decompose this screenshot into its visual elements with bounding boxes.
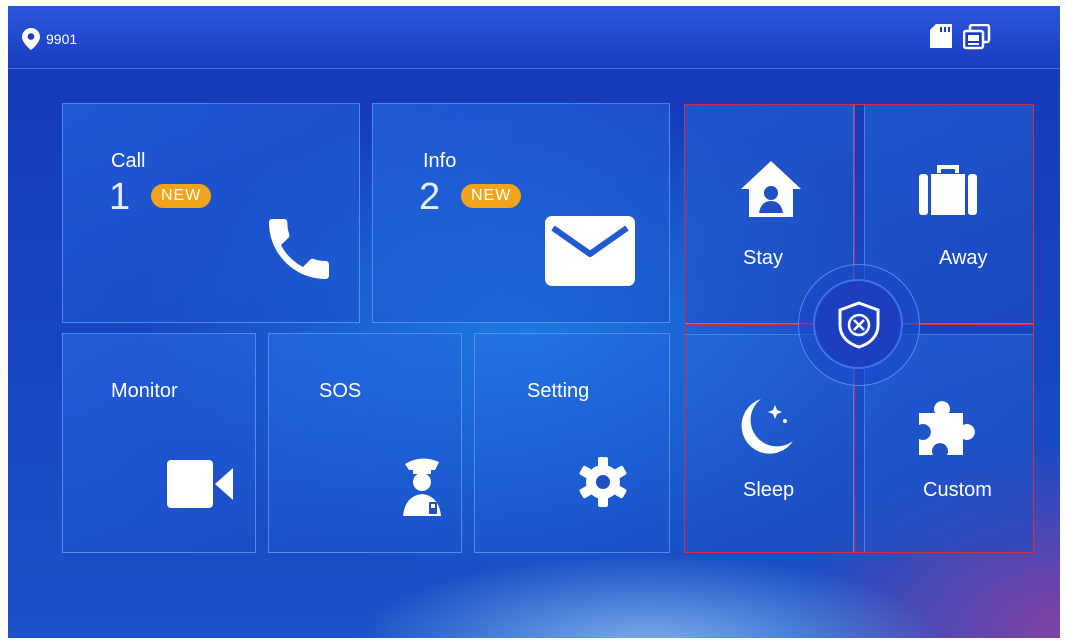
monitor-label: Monitor (111, 380, 178, 402)
home-person-icon (741, 161, 801, 217)
suitcase-icon (919, 165, 977, 215)
info-count: 2 (419, 176, 441, 218)
shield-disarm-icon (838, 301, 880, 349)
stay-label: Stay (743, 247, 784, 269)
sos-tile[interactable]: SOS (268, 333, 462, 553)
puzzle-icon (919, 401, 975, 455)
video-camera-icon (167, 460, 233, 508)
screens-icon (963, 24, 991, 50)
info-label: Info (423, 150, 457, 172)
info-tile[interactable]: Info 2 NEW (372, 103, 670, 323)
setting-tile[interactable]: Setting (474, 333, 670, 553)
custom-label: Custom (923, 479, 992, 501)
location-pin-icon (22, 28, 40, 50)
call-count: 1 (109, 176, 131, 218)
guard-icon (403, 458, 441, 516)
call-new-badge: NEW (151, 184, 212, 208)
setting-label: Setting (527, 380, 590, 402)
away-label: Away (939, 247, 988, 269)
sos-label: SOS (319, 380, 362, 402)
sd-card-icon (930, 24, 952, 48)
moon-icon (741, 399, 793, 454)
envelope-icon (545, 216, 635, 286)
gear-icon (579, 457, 627, 507)
status-bar: 9901 (8, 6, 1060, 69)
phone-icon (269, 219, 329, 279)
location-code: 9901 (46, 31, 78, 47)
location-indicator: 9901 (22, 28, 77, 50)
sleep-label: Sleep (743, 479, 795, 501)
call-tile[interactable]: Call 1 NEW (62, 103, 360, 323)
call-label: Call (111, 150, 146, 172)
disarm-button[interactable] (813, 279, 903, 369)
info-new-badge: NEW (461, 184, 522, 208)
intercom-home-screen: 9901 Call 1 NEW Info 2 NEW Monitor SOS S… (8, 6, 1060, 638)
monitor-tile[interactable]: Monitor (62, 333, 256, 553)
